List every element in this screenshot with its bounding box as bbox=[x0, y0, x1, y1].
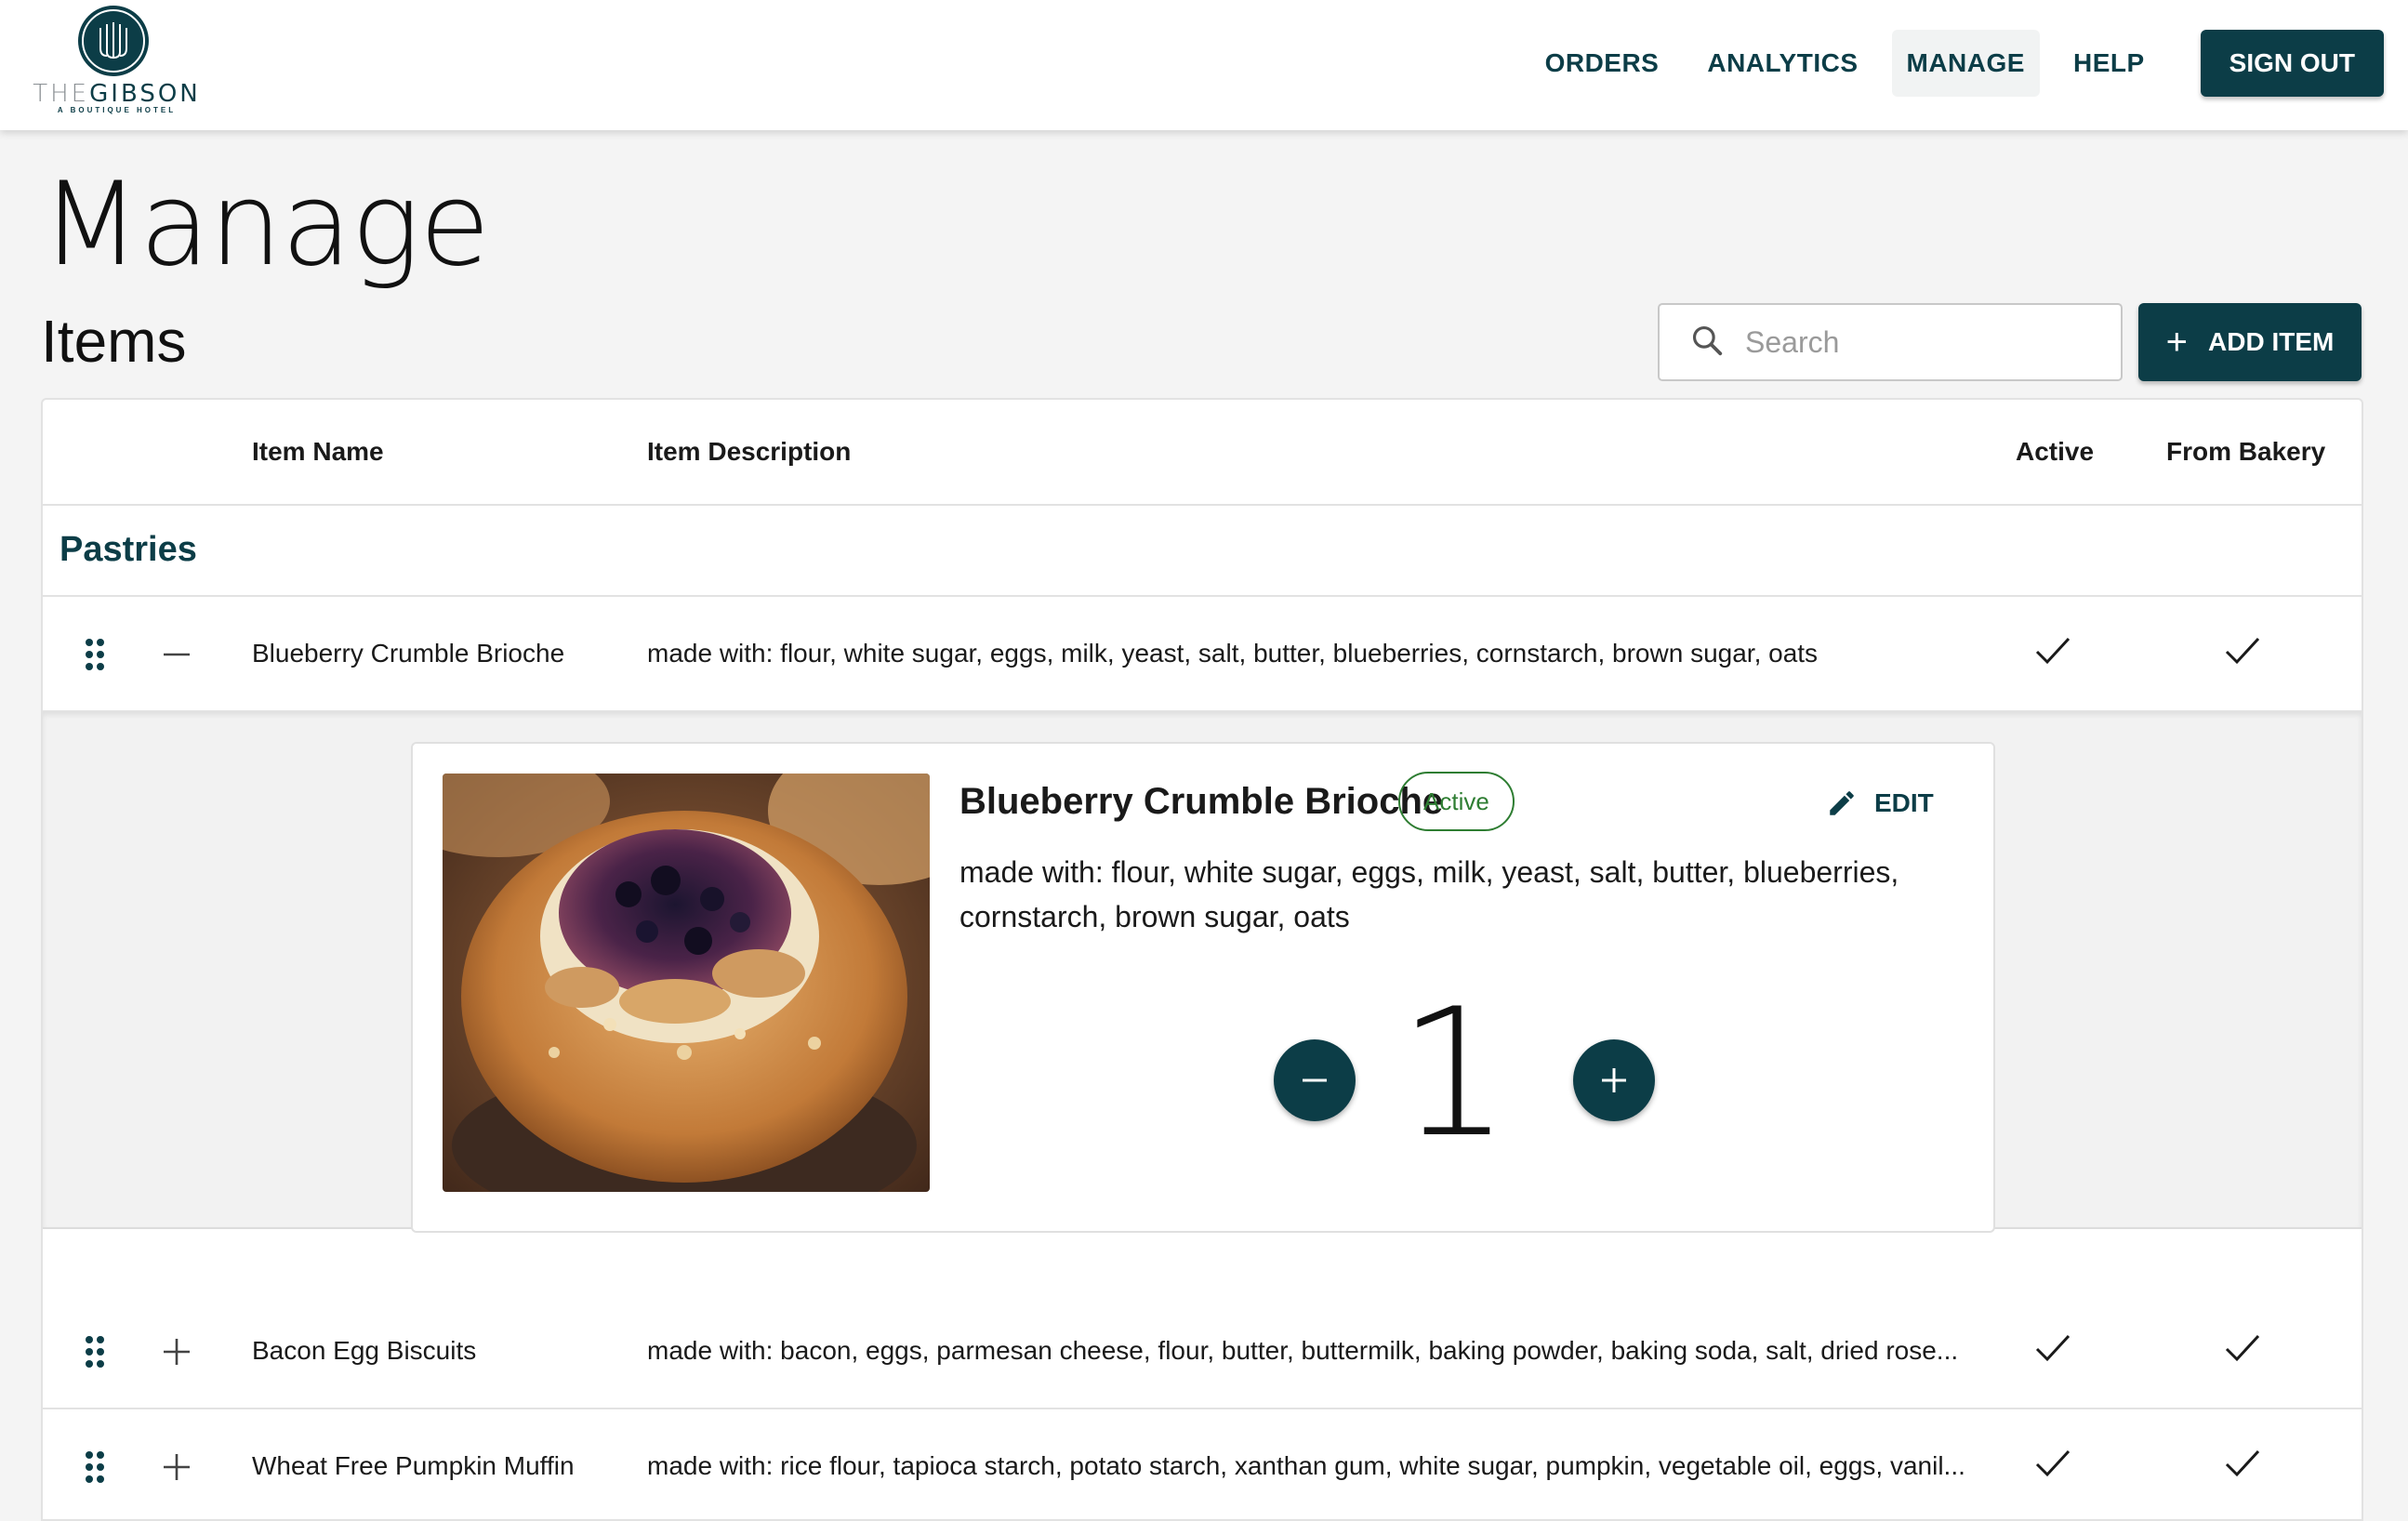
table-header: Item Name Item Description Active From B… bbox=[43, 400, 2362, 506]
add-item-label: ADD ITEM bbox=[2208, 327, 2335, 356]
item-name: Wheat Free Pumpkin Muffin bbox=[252, 1451, 575, 1480]
minus-icon bbox=[164, 653, 190, 656]
increment-button[interactable] bbox=[1573, 1039, 1655, 1121]
drag-handle-icon[interactable] bbox=[84, 1335, 106, 1373]
table-row[interactable]: Blueberry Crumble Brioche made with: flo… bbox=[43, 597, 2362, 712]
active-check-icon bbox=[2034, 1331, 2071, 1369]
items-table: Item Name Item Description Active From B… bbox=[41, 398, 2363, 1521]
from-bakery-check-icon bbox=[2224, 1447, 2261, 1485]
edit-label: EDIT bbox=[1874, 788, 1934, 817]
plus-icon bbox=[164, 1339, 190, 1365]
column-header-active[interactable]: Active bbox=[2016, 437, 2094, 467]
page-title: Manage bbox=[41, 158, 490, 292]
quantity-value: 1 bbox=[1397, 971, 1511, 1176]
nav-orders[interactable]: ORDERS bbox=[1530, 30, 1674, 97]
plus-icon: + bbox=[2165, 322, 2189, 363]
search-icon bbox=[1689, 323, 1725, 363]
hotel-logo[interactable]: THEGIBSON A BOUTIQUE HOTEL bbox=[17, 6, 217, 115]
app-header: THEGIBSON A BOUTIQUE HOTEL ORDERS ANALYT… bbox=[0, 0, 2408, 130]
item-description: made with: rice flour, tapioca starch, p… bbox=[647, 1451, 1965, 1480]
category-row-pastries: Pastries bbox=[43, 506, 2362, 597]
item-detail-panel: Blueberry Crumble Brioche Active EDIT ma… bbox=[43, 712, 2362, 1233]
drag-handle-icon[interactable] bbox=[84, 1450, 106, 1488]
decrement-button[interactable] bbox=[1274, 1039, 1356, 1121]
search-input[interactable] bbox=[1745, 324, 2098, 360]
drag-handle-icon[interactable] bbox=[84, 638, 106, 676]
item-detail-card: Blueberry Crumble Brioche Active EDIT ma… bbox=[411, 742, 1995, 1233]
from-bakery-check-icon bbox=[2224, 634, 2261, 672]
item-description: made with: flour, white sugar, eggs, mil… bbox=[647, 639, 1819, 668]
expand-row-button[interactable] bbox=[154, 1445, 199, 1489]
collapse-row-button[interactable] bbox=[154, 632, 199, 677]
from-bakery-check-icon bbox=[2224, 1331, 2261, 1369]
search-box bbox=[1658, 303, 2123, 381]
logo-tagline: A BOUTIQUE HOTEL bbox=[57, 106, 177, 114]
nav-manage[interactable]: MANAGE bbox=[1891, 30, 2040, 97]
column-header-from-bakery[interactable]: From Bakery bbox=[2166, 437, 2325, 467]
status-badge: Active bbox=[1398, 772, 1515, 831]
plus-icon bbox=[1602, 1068, 1626, 1092]
minus-icon bbox=[1303, 1078, 1327, 1082]
nav-help[interactable]: HELP bbox=[2058, 30, 2160, 97]
nav-analytics[interactable]: ANALYTICS bbox=[1692, 30, 1872, 97]
column-header-item-description[interactable]: Item Description bbox=[647, 437, 851, 467]
expand-row-button[interactable] bbox=[154, 1329, 199, 1374]
add-item-button[interactable]: + ADD ITEM bbox=[2138, 303, 2362, 381]
item-description: made with: bacon, eggs, parmesan cheese,… bbox=[647, 1336, 1959, 1365]
pencil-icon bbox=[1830, 791, 1854, 815]
category-label: Pastries bbox=[60, 530, 197, 569]
logo-wordmark: THEGIBSON bbox=[33, 80, 201, 108]
active-check-icon bbox=[2034, 1447, 2071, 1485]
section-title: Items bbox=[41, 308, 187, 375]
plus-icon bbox=[164, 1454, 190, 1480]
item-name: Bacon Egg Biscuits bbox=[252, 1336, 477, 1365]
column-header-item-name[interactable]: Item Name bbox=[252, 437, 384, 467]
detail-description: made with: flour, white sugar, eggs, mil… bbox=[959, 855, 1899, 933]
detail-title: Blueberry Crumble Brioche bbox=[959, 781, 1444, 822]
sign-out-button[interactable]: SIGN OUT bbox=[2200, 30, 2384, 97]
item-name: Blueberry Crumble Brioche bbox=[252, 639, 565, 668]
active-check-icon bbox=[2034, 634, 2071, 672]
item-photo bbox=[443, 774, 930, 1192]
logo-emblem-icon bbox=[78, 6, 149, 76]
edit-button[interactable]: EDIT bbox=[1826, 785, 1934, 822]
table-row[interactable]: Bacon Egg Biscuits made with: bacon, egg… bbox=[43, 1294, 2362, 1409]
table-row[interactable]: Wheat Free Pumpkin Muffin made with: ric… bbox=[43, 1409, 2362, 1519]
main-nav: ORDERS ANALYTICS MANAGE HELP SIGN OUT bbox=[1521, 30, 2384, 97]
